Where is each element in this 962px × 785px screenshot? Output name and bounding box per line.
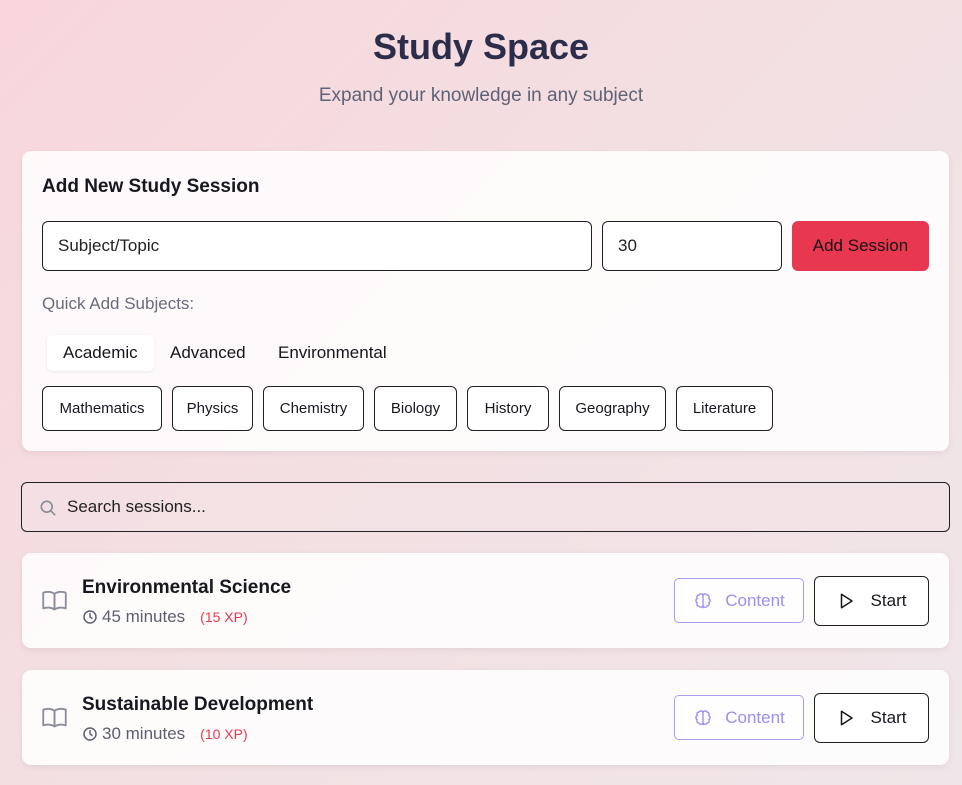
- start-button-label: Start: [870, 708, 907, 727]
- session-duration: 45 minutes: [102, 607, 186, 626]
- session-duration: 30 minutes: [102, 724, 186, 743]
- subject-chip-physics[interactable]: Physics: [172, 386, 253, 431]
- add-session-heading: Add New Study Session: [42, 176, 260, 197]
- category-tab-academic[interactable]: Academic: [47, 335, 154, 371]
- subject-chip-biology[interactable]: Biology: [374, 386, 457, 431]
- play-icon: [840, 710, 853, 726]
- quick-add-label: Quick Add Subjects:: [42, 294, 195, 313]
- category-tab-environmental[interactable]: Environmental: [262, 335, 403, 371]
- content-button[interactable]: Content: [674, 578, 804, 623]
- start-button[interactable]: Start: [814, 576, 929, 626]
- book-open-icon: [42, 590, 67, 611]
- clock-icon: [83, 610, 97, 624]
- subject-chip-literature[interactable]: Literature: [676, 386, 773, 431]
- add-session-card: Add New Study Session Subject/Topic 30 A…: [22, 151, 949, 451]
- minutes-input[interactable]: 30: [602, 221, 782, 271]
- content-button[interactable]: Content: [674, 695, 804, 740]
- brain-icon: [695, 709, 711, 725]
- session-meta: 30 minutes (10 XP): [82, 724, 248, 744]
- play-icon: [840, 593, 853, 609]
- content-button-label: Content: [725, 590, 785, 610]
- book-open-icon: [42, 707, 67, 728]
- session-meta: 45 minutes (15 XP): [82, 607, 248, 627]
- search-bar[interactable]: Search sessions...: [21, 482, 950, 532]
- page-subtitle: Expand your knowledge in any subject: [318, 85, 644, 106]
- subject-chip-mathematics[interactable]: Mathematics: [42, 386, 162, 431]
- session-xp: (10 XP): [200, 726, 248, 742]
- start-button-label: Start: [870, 591, 907, 610]
- search-input[interactable]: Search sessions...: [67, 497, 206, 517]
- session-name: Environmental Science: [82, 577, 292, 598]
- subject-chip-history[interactable]: History: [467, 386, 549, 431]
- add-session-button[interactable]: Add Session: [792, 221, 929, 271]
- brain-icon: [695, 592, 711, 608]
- search-icon: [40, 500, 56, 516]
- subject-chip-geography[interactable]: Geography: [559, 386, 666, 431]
- session-card: Environmental Science 45 minutes (15 XP)…: [22, 553, 949, 648]
- session-name: Sustainable Development: [82, 694, 314, 715]
- content-button-label: Content: [725, 707, 785, 727]
- start-button[interactable]: Start: [814, 693, 929, 743]
- clock-icon: [83, 727, 97, 741]
- subject-input[interactable]: Subject/Topic: [42, 221, 592, 271]
- subject-chip-chemistry[interactable]: Chemistry: [263, 386, 364, 431]
- session-xp: (15 XP): [200, 609, 248, 625]
- category-tab-advanced[interactable]: Advanced: [154, 335, 262, 371]
- session-card: Sustainable Development 30 minutes (10 X…: [22, 670, 949, 765]
- page-title: Study Space: [372, 26, 590, 67]
